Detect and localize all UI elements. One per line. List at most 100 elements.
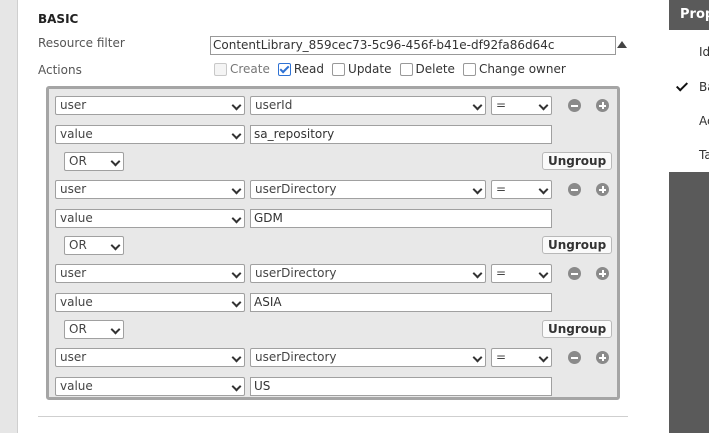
subject-select[interactable]: user — [55, 264, 245, 283]
property-select[interactable]: userDirectory — [250, 180, 486, 199]
create-checkbox[interactable] — [214, 62, 227, 76]
chevron-down-icon — [472, 184, 483, 195]
subject-value: user — [60, 98, 87, 112]
properties-item[interactable]: Ta — [699, 148, 709, 162]
subject-select[interactable]: user — [55, 96, 245, 115]
connector-value: OR — [69, 238, 87, 252]
resource-filter-input[interactable]: ContentLibrary_859cec73-5c96-456f-b41e-d… — [210, 36, 616, 55]
add-condition-icon[interactable] — [596, 99, 609, 112]
operator-value: = — [496, 350, 507, 364]
section-title: BASIC — [38, 12, 79, 26]
delete-label: Delete — [415, 62, 455, 76]
subject-value: user — [60, 182, 87, 196]
connector-select[interactable]: OR — [64, 236, 124, 255]
property-select[interactable]: userDirectory — [250, 264, 486, 283]
value-input[interactable]: GDM — [250, 209, 552, 228]
operator-select[interactable]: = — [491, 264, 552, 283]
add-condition-icon[interactable] — [596, 267, 609, 280]
action-create[interactable]: Create — [214, 62, 270, 76]
subject-select[interactable]: user — [55, 348, 245, 367]
value-type-select[interactable]: value — [55, 377, 245, 396]
chevron-down-icon — [231, 100, 242, 111]
properties-panel-footer — [669, 172, 709, 433]
change-owner-label: Change owner — [478, 62, 566, 76]
property-value: userId — [255, 98, 293, 112]
property-select[interactable]: userDirectory — [250, 348, 486, 367]
chevron-down-icon — [472, 100, 483, 111]
resource-filter-label: Resource filter — [38, 36, 125, 50]
action-delete[interactable]: Delete — [399, 62, 455, 76]
delete-checkbox[interactable] — [399, 62, 413, 76]
operator-select[interactable]: = — [491, 96, 552, 115]
add-condition-icon[interactable] — [596, 351, 609, 364]
value-type-select[interactable]: value — [55, 125, 245, 144]
chevron-down-icon — [110, 324, 121, 335]
subject-select[interactable]: user — [55, 180, 245, 199]
chevron-down-icon — [538, 184, 549, 195]
property-value: userDirectory — [255, 350, 337, 364]
action-update[interactable]: Update — [332, 62, 392, 76]
action-read[interactable]: Read — [277, 62, 325, 76]
actions-checkbox-group: Create Read Update Delete Change owner — [214, 62, 566, 76]
chevron-down-icon — [231, 381, 242, 392]
connector-value: OR — [69, 322, 87, 336]
ungroup-button[interactable]: Ungroup — [542, 236, 613, 254]
left-scroll-strip — [0, 0, 18, 433]
chevron-down-icon — [110, 240, 121, 251]
ungroup-button[interactable]: Ungroup — [542, 152, 613, 170]
properties-item[interactable]: Ba — [699, 80, 709, 94]
update-label: Update — [348, 62, 392, 76]
connector-select[interactable]: OR — [64, 152, 124, 171]
check-icon — [675, 79, 689, 92]
action-change-owner[interactable]: Change owner — [462, 62, 566, 76]
chevron-down-icon — [231, 213, 242, 224]
property-select[interactable]: userId — [250, 96, 486, 115]
chevron-down-icon — [538, 100, 549, 111]
chevron-down-icon — [472, 268, 483, 279]
read-label: Read — [293, 62, 325, 76]
property-value: userDirectory — [255, 266, 337, 280]
divider — [38, 416, 628, 417]
read-checkbox[interactable] — [277, 62, 291, 76]
operator-value: = — [496, 98, 507, 112]
operator-value: = — [496, 266, 507, 280]
chevron-down-icon — [231, 129, 242, 140]
remove-condition-icon[interactable] — [568, 183, 581, 196]
chevron-down-icon — [538, 352, 549, 363]
chevron-down-icon — [472, 352, 483, 363]
update-checkbox[interactable] — [332, 62, 346, 76]
actions-label: Actions — [38, 63, 82, 77]
properties-item[interactable]: Ac — [699, 114, 709, 128]
properties-panel: Prop Id Ba Ac Ta — [669, 0, 709, 433]
rule-editor-box: user userId = value sa_repository OR Ung… — [46, 86, 620, 400]
value-input[interactable]: ASIA — [250, 293, 552, 312]
chevron-down-icon — [538, 268, 549, 279]
ungroup-button[interactable]: Ungroup — [542, 320, 613, 338]
properties-item[interactable]: Id — [699, 45, 709, 59]
operator-value: = — [496, 182, 507, 196]
value-input[interactable]: sa_repository — [250, 125, 552, 144]
create-label: Create — [230, 62, 270, 76]
main-panel: BASIC Resource filter ContentLibrary_859… — [18, 0, 666, 433]
properties-panel-header: Prop — [680, 7, 709, 22]
chevron-down-icon — [231, 297, 242, 308]
add-condition-icon[interactable] — [596, 183, 609, 196]
value-type-value: value — [60, 211, 93, 225]
collapse-arrow-icon[interactable] — [617, 41, 627, 48]
change-owner-checkbox[interactable] — [462, 62, 476, 76]
property-value: userDirectory — [255, 182, 337, 196]
operator-select[interactable]: = — [491, 180, 552, 199]
chevron-down-icon — [231, 268, 242, 279]
value-type-select[interactable]: value — [55, 209, 245, 228]
remove-condition-icon[interactable] — [568, 99, 581, 112]
remove-condition-icon[interactable] — [568, 351, 581, 364]
value-type-value: value — [60, 127, 93, 141]
value-type-select[interactable]: value — [55, 293, 245, 312]
connector-select[interactable]: OR — [64, 320, 124, 339]
subject-value: user — [60, 266, 87, 280]
remove-condition-icon[interactable] — [568, 267, 581, 280]
value-input[interactable]: US — [250, 377, 552, 396]
properties-list: Id Ba Ac Ta — [669, 30, 709, 172]
operator-select[interactable]: = — [491, 348, 552, 367]
chevron-down-icon — [231, 352, 242, 363]
